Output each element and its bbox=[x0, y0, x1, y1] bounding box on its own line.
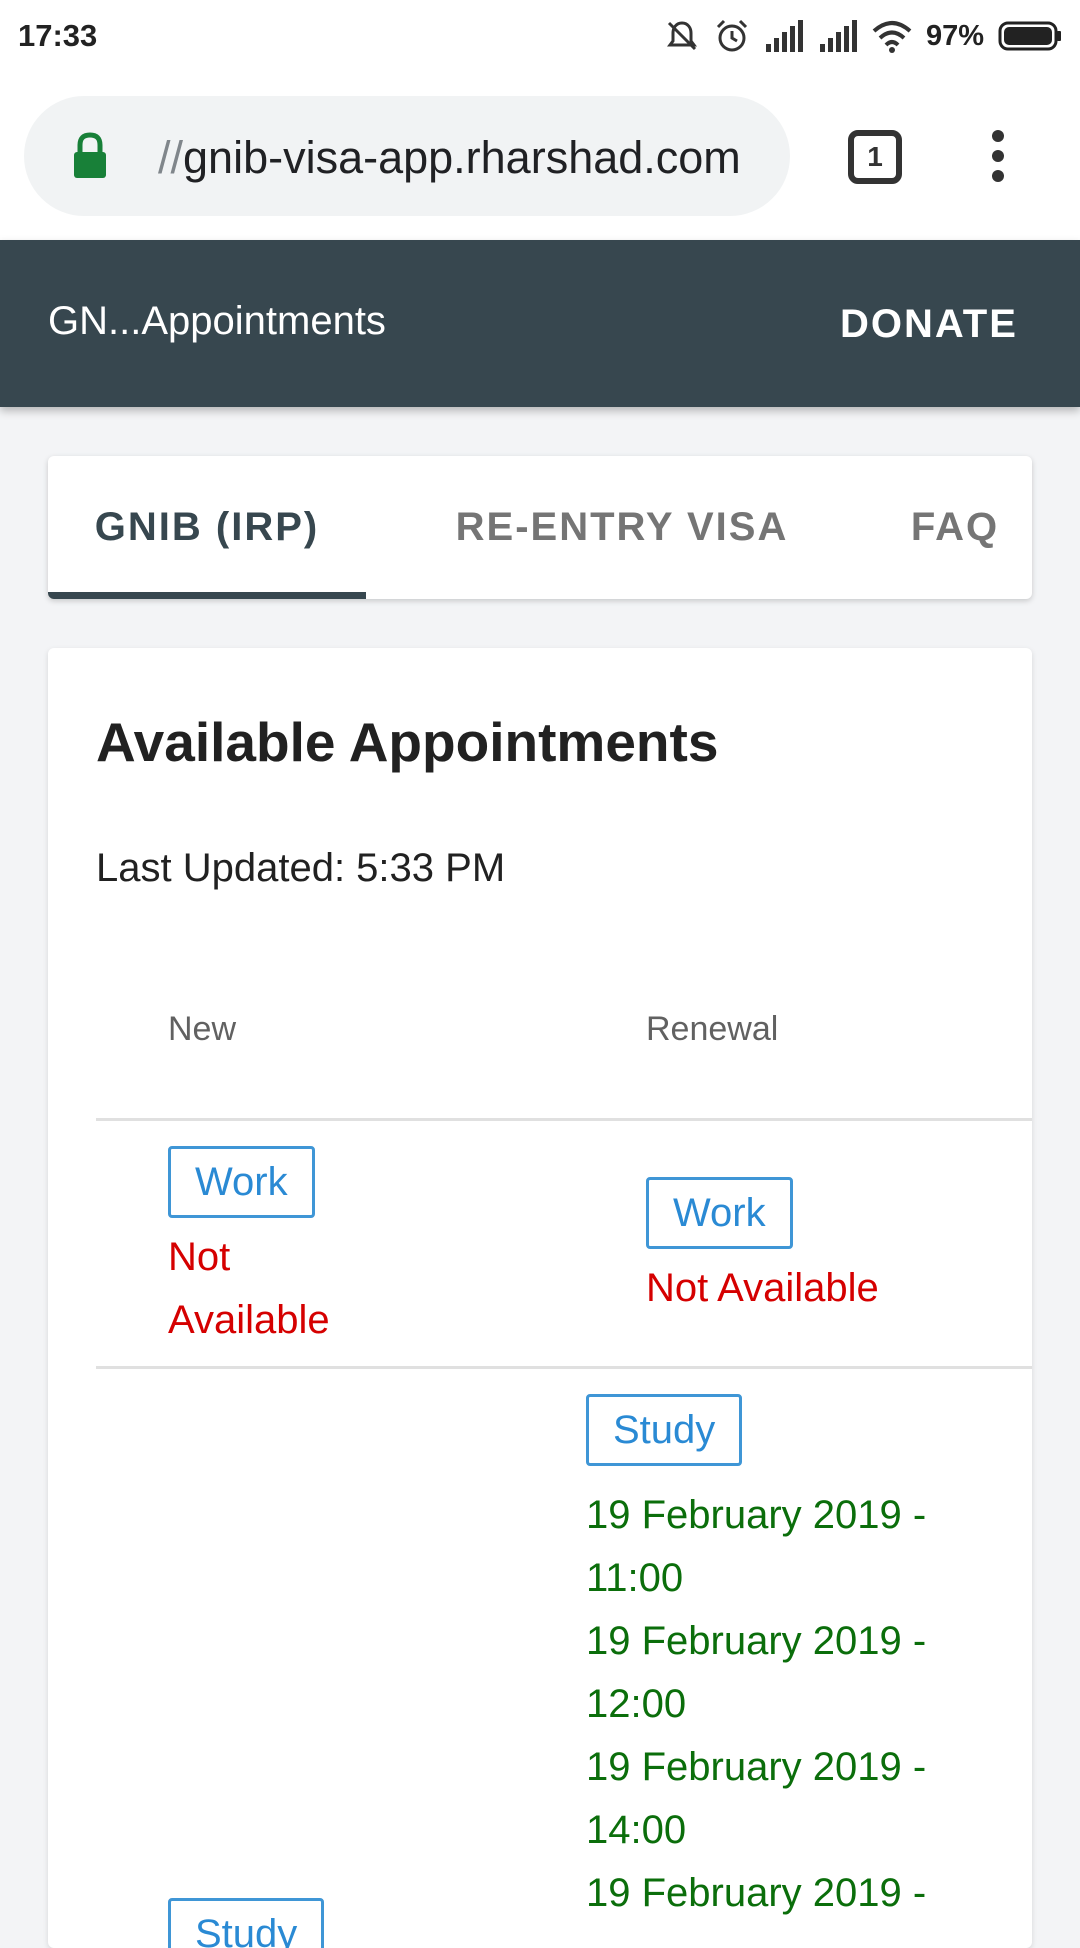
appointment-slot: 19 February 2019 - 14:00 bbox=[586, 1736, 986, 1862]
status-bar: 17:33 97% bbox=[0, 0, 1080, 74]
alarm-icon bbox=[716, 19, 748, 52]
category-chip-study[interactable]: Study bbox=[586, 1394, 743, 1466]
tab-indicator bbox=[48, 592, 366, 599]
app-bar: GN...Appointments DONATE bbox=[0, 240, 1080, 407]
app-title: GN...Appointments bbox=[48, 299, 386, 343]
status-line: Not bbox=[168, 1235, 231, 1279]
slot-time: 12:00 bbox=[586, 1682, 687, 1726]
status-not-available: Not Available bbox=[168, 1226, 330, 1352]
tab-bar: GNIB (IRP) RE-ENTRY VISA FAQ bbox=[48, 456, 1032, 599]
more-vert-icon[interactable] bbox=[986, 128, 1010, 184]
column-header-new: New bbox=[168, 1010, 237, 1048]
donate-button[interactable]: DONATE bbox=[826, 280, 1026, 368]
status-line: Available bbox=[168, 1298, 330, 1342]
signal-icon bbox=[819, 20, 857, 52]
category-chip-study[interactable]: Study bbox=[168, 1898, 325, 1948]
appointment-slot: 19 February 2019 - 11:00 bbox=[586, 1484, 986, 1610]
category-chip-work[interactable]: Work bbox=[646, 1177, 793, 1249]
url-scheme: // bbox=[158, 132, 184, 183]
slot-time: 11:00 bbox=[586, 1556, 684, 1600]
tab-switcher-button[interactable]: 1 bbox=[848, 130, 902, 184]
slot-date: 19 February 2019 - bbox=[586, 1745, 927, 1789]
battery-percent: 97% bbox=[925, 19, 984, 52]
url-host: gnib-visa-app.rharshad.com bbox=[183, 132, 741, 183]
browser-toolbar: //gnib-visa-app.rharshad.com 1 bbox=[0, 74, 1080, 240]
column-header-renewal: Renewal bbox=[646, 1010, 779, 1048]
status-time: 17:33 bbox=[18, 18, 98, 53]
mute-icon bbox=[666, 21, 697, 51]
appointment-slot-list: 19 February 2019 - 11:00 19 February 201… bbox=[586, 1484, 986, 1925]
wifi-icon bbox=[872, 21, 912, 53]
category-chip-work[interactable]: Work bbox=[168, 1146, 315, 1218]
appointment-slot: 19 February 2019 - 12:00 bbox=[586, 1610, 986, 1736]
slot-date: 19 February 2019 - bbox=[586, 1493, 927, 1537]
lock-icon bbox=[74, 132, 106, 178]
appointments-card: Available Appointments Last Updated: 5:3… bbox=[48, 648, 1032, 1948]
tab-faq[interactable]: FAQ bbox=[848, 456, 1062, 599]
slot-time: 14:00 bbox=[586, 1808, 687, 1852]
tab-gnib-irp[interactable]: GNIB (IRP) bbox=[48, 456, 366, 599]
address-bar[interactable]: //gnib-visa-app.rharshad.com bbox=[24, 96, 790, 216]
row-divider bbox=[96, 1366, 1032, 1369]
appointment-slot: 19 February 2019 - bbox=[586, 1862, 986, 1925]
tab-count: 1 bbox=[867, 141, 883, 172]
status-icons: 97% bbox=[664, 16, 1062, 56]
slot-date: 19 February 2019 - bbox=[586, 1871, 927, 1915]
battery-icon bbox=[998, 21, 1061, 51]
tab-re-entry-visa[interactable]: RE-ENTRY VISA bbox=[366, 456, 878, 599]
signal-icon bbox=[765, 20, 803, 52]
url-text: //gnib-visa-app.rharshad.com bbox=[158, 132, 741, 184]
card-title: Available Appointments bbox=[96, 711, 719, 773]
slot-date: 19 February 2019 - bbox=[586, 1619, 927, 1663]
status-not-available: Not Available bbox=[646, 1266, 879, 1310]
row-divider bbox=[96, 1118, 1032, 1121]
last-updated: Last Updated: 5:33 PM bbox=[96, 846, 506, 890]
